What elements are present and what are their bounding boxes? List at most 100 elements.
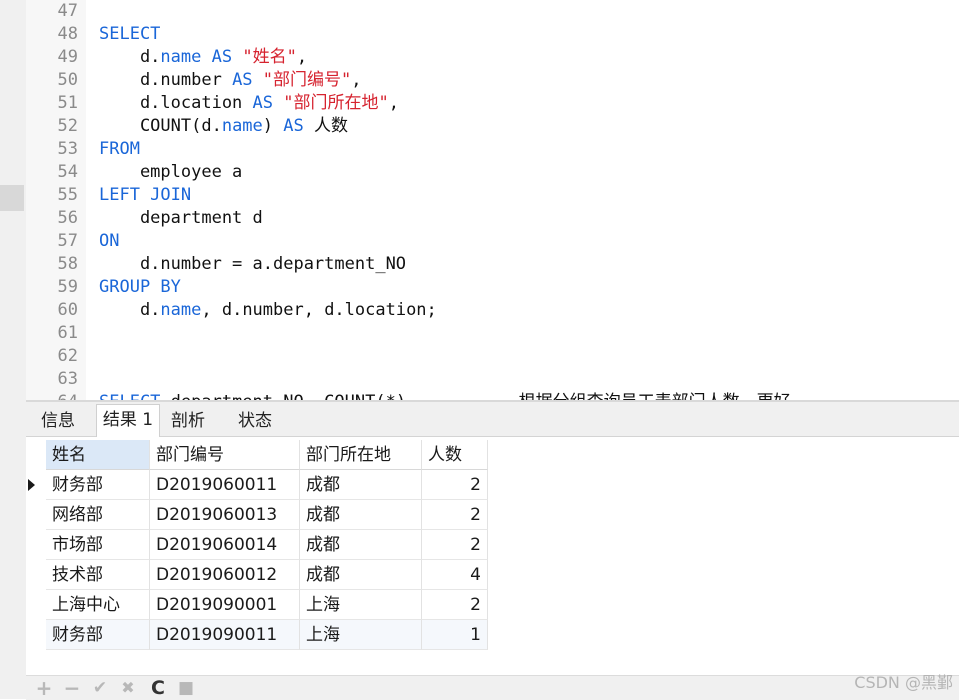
cell-location[interactable]: 成都 [300, 530, 422, 560]
code-line[interactable]: 60 d.name, d.number, d.location; [26, 299, 437, 322]
line-number: 57 [57, 231, 78, 251]
cell-number[interactable]: D2019090001 [150, 590, 300, 620]
code-line[interactable]: 61 [26, 322, 78, 345]
sql-keyword: FROM [99, 139, 140, 159]
line-number: 49 [57, 47, 78, 67]
cell-number[interactable]: D2019060011 [150, 470, 300, 500]
tab-profile[interactable]: 剖析 [162, 406, 214, 436]
code-line[interactable]: 54 employee a [26, 161, 243, 184]
line-number: 52 [57, 116, 78, 136]
code-text: GROUP BY [99, 276, 181, 299]
line-number: 64 [26, 391, 78, 400]
cell-count[interactable]: 1 [422, 620, 488, 650]
cell-name[interactable]: 技术部 [46, 560, 150, 590]
cell-count[interactable]: 4 [422, 560, 488, 590]
column-header-count[interactable]: 人数 [422, 440, 488, 470]
sql-text: employee a [99, 162, 243, 182]
sql-keyword: ON [99, 231, 120, 251]
code-line[interactable]: 50 d.number AS "部门编号", [26, 69, 362, 92]
code-text: d.number AS "部门编号", [99, 69, 362, 92]
table-row[interactable]: 技术部 D2019060012 成都 4 [30, 560, 490, 590]
cell-count[interactable]: 2 [422, 530, 488, 560]
cell-name[interactable]: 财务部 [46, 470, 150, 500]
cell-count[interactable]: 2 [422, 500, 488, 530]
table-row[interactable]: 上海中心 D2019090001 上海 2 [30, 590, 490, 620]
code-line[interactable]: 47 [26, 0, 78, 23]
cell-number[interactable]: D2019060012 [150, 560, 300, 590]
discard-changes-icon[interactable]: ✖ [118, 678, 138, 698]
code-line[interactable]: 49 d.name AS "姓名", [26, 46, 308, 69]
cell-location[interactable]: 成都 [300, 500, 422, 530]
code-line[interactable]: 62 [26, 345, 78, 368]
delete-row-icon[interactable]: − [62, 678, 82, 698]
column-header-number[interactable]: 部门编号 [150, 440, 300, 470]
sql-keyword: SELECT [99, 24, 161, 44]
cell-name[interactable]: 市场部 [46, 530, 150, 560]
tab-info[interactable]: 信息 [30, 406, 86, 436]
cell-number[interactable]: D2019060013 [150, 500, 300, 530]
tab-status[interactable]: 状态 [228, 406, 282, 436]
tab-result-1[interactable]: 结果 1 [96, 404, 160, 437]
code-text: SELECT [99, 23, 160, 46]
code-text: d.name, d.number, d.location; [99, 299, 437, 322]
outer-gutter [0, 0, 26, 699]
line-number: 50 [57, 70, 78, 90]
column-header-name[interactable]: 姓名 [46, 440, 150, 470]
add-row-icon[interactable]: + [34, 678, 54, 698]
watermark: CSDN @黑鄞 [854, 673, 953, 692]
cell-count[interactable]: 2 [422, 470, 488, 500]
cell-name[interactable]: 上海中心 [46, 590, 150, 620]
table-row[interactable]: 财务部 D2019060011 成都 2 [28, 470, 490, 500]
cell-location[interactable]: 上海 [300, 620, 422, 650]
results-panel: 信息 结果 1 剖析 状态 姓名 部门编号 部门所在地 人数 财务部 D20190… [26, 400, 959, 699]
cell-number[interactable]: D2019090011 [150, 620, 300, 650]
cell-name[interactable]: 网络部 [46, 500, 150, 530]
cell-location[interactable]: 成都 [300, 470, 422, 500]
sql-editor[interactable]: 47 48 SELECT 49 d.name AS "姓名", 50 d.number … [26, 0, 959, 400]
code-text: d.name AS "姓名", [99, 46, 307, 69]
code-line[interactable]: 52 COUNT(d.name) AS 人数 [26, 115, 348, 138]
code-text: department d [99, 207, 263, 230]
stop-icon[interactable]: ■ [176, 678, 196, 698]
cell-location[interactable]: 成都 [300, 560, 422, 590]
table-row[interactable]: 市场部 D2019060014 成都 2 [30, 530, 490, 560]
line-number: 51 [57, 93, 78, 113]
line-number: 60 [57, 300, 78, 320]
line-number: 47 [57, 1, 78, 21]
code-line[interactable]: 59 GROUP BY [26, 276, 181, 299]
line-number: 56 [57, 208, 78, 228]
code-line[interactable]: 56 department d [26, 207, 263, 230]
code-line[interactable]: 58 d.number = a.department_NO [26, 253, 407, 276]
sql-keyword: name [221, 116, 263, 136]
code-line[interactable]: 51 d.location AS "部门所在地", [26, 92, 399, 115]
sql-text: 人数 [303, 116, 348, 136]
code-line[interactable]: 55 LEFT JOIN [26, 184, 192, 207]
cell-name[interactable]: 财务部 [46, 620, 150, 650]
code-text: LEFT JOIN [99, 184, 191, 207]
cell-number[interactable]: D2019060014 [150, 530, 300, 560]
sql-keyword: AS [211, 47, 233, 67]
cell-location[interactable]: 上海 [300, 590, 422, 620]
code-line[interactable]: 57 ON [26, 230, 120, 253]
code-line[interactable]: 64 SELECT department_NO, COUNT(*) -- 根据分组… [26, 391, 791, 400]
sql-string: "部门所在地" [283, 93, 389, 113]
sql-text: department_NO, COUNT(*) -- 根据分组查询员工表部门人数… [160, 392, 791, 400]
sql-text: department d [99, 208, 263, 228]
sql-text: ) [262, 116, 284, 136]
apply-changes-icon[interactable]: ✔ [90, 678, 110, 698]
code-line[interactable]: 48 SELECT [26, 23, 161, 46]
table-row[interactable]: 网络部 D2019060013 成都 2 [30, 500, 490, 530]
sql-keyword: name [160, 300, 202, 320]
line-number: 55 [57, 185, 78, 205]
refresh-icon[interactable]: C [148, 678, 168, 698]
cell-count[interactable]: 2 [422, 590, 488, 620]
code-text: COUNT(d.name) AS 人数 [99, 115, 348, 138]
current-row-indicator-icon [28, 479, 35, 491]
table-row[interactable]: 财务部 D2019090011 上海 1 [30, 620, 490, 650]
code-text: FROM [99, 138, 140, 161]
code-line[interactable]: 63 [26, 368, 78, 391]
column-header-location[interactable]: 部门所在地 [300, 440, 422, 470]
code-line[interactable]: 53 FROM [26, 138, 140, 161]
